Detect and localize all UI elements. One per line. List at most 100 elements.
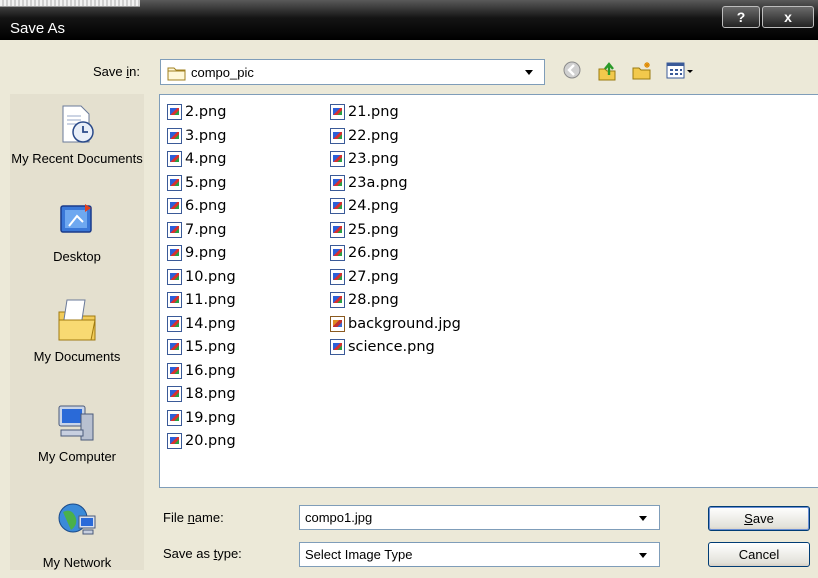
file-name: 22.png xyxy=(348,127,399,144)
file-item[interactable]: 4.png xyxy=(167,148,226,170)
png-file-icon xyxy=(167,315,182,332)
help-button[interactable]: ? xyxy=(722,6,760,28)
file-item[interactable]: 23.png xyxy=(330,148,399,170)
jpg-file-icon xyxy=(330,315,345,332)
file-item[interactable]: 23a.png xyxy=(330,172,408,194)
chevron-down-icon xyxy=(639,516,647,521)
file-name: 24.png xyxy=(348,198,399,214)
png-file-icon xyxy=(167,386,182,402)
file-item[interactable]: 26.png xyxy=(330,242,399,264)
cancel-button[interactable]: Cancel xyxy=(708,542,810,567)
file-name: 21.png xyxy=(348,104,399,120)
my-documents-icon xyxy=(58,299,96,341)
file-name: science.png xyxy=(348,339,435,355)
file-name-label: File name: xyxy=(163,510,224,525)
save-in-label: Save in: xyxy=(93,64,140,79)
file-item[interactable]: 2.png xyxy=(167,101,226,123)
chevron-down-icon xyxy=(639,553,647,558)
file-item[interactable]: 22.png xyxy=(330,125,399,147)
file-item[interactable]: 6.png xyxy=(167,195,226,217)
file-item[interactable]: 14.png xyxy=(167,313,236,335)
png-file-icon xyxy=(330,292,345,308)
file-name-value: compo1.jpg xyxy=(305,510,373,525)
save-button[interactable]: Save xyxy=(708,506,810,531)
png-file-icon xyxy=(330,268,345,285)
png-file-icon xyxy=(167,433,182,449)
close-button[interactable]: x xyxy=(762,6,814,28)
file-item[interactable]: 20.png xyxy=(167,430,236,452)
file-name: background.jpg xyxy=(348,315,461,332)
save-as-type-dropdown[interactable]: Select Image Type xyxy=(299,542,660,567)
place-recent-documents[interactable]: My Recent Documents xyxy=(10,102,144,168)
file-item[interactable]: 5.png xyxy=(167,172,226,194)
file-item[interactable]: 16.png xyxy=(167,360,236,382)
recent-documents-icon xyxy=(62,105,94,143)
file-item[interactable]: 18.png xyxy=(167,383,236,405)
png-file-icon xyxy=(330,339,345,355)
save-as-type-value: Select Image Type xyxy=(305,547,413,562)
back-icon[interactable] xyxy=(563,61,581,79)
file-item[interactable]: 7.png xyxy=(167,219,226,241)
file-name: 3.png xyxy=(185,127,227,144)
place-label: My Computer xyxy=(37,449,117,464)
file-name: 9.png xyxy=(185,245,227,261)
png-file-icon xyxy=(330,104,345,120)
file-name: 18.png xyxy=(185,386,236,402)
file-name: 6.png xyxy=(185,198,227,214)
title-bar[interactable]: Save As ? x xyxy=(0,0,818,40)
my-computer-icon xyxy=(58,405,94,441)
file-name: 5.png xyxy=(185,174,227,191)
png-file-icon xyxy=(167,362,182,379)
png-file-icon xyxy=(167,268,182,285)
place-my-computer[interactable]: My Computer xyxy=(10,400,144,466)
file-item[interactable]: 25.png xyxy=(330,219,399,241)
file-name: 11.png xyxy=(185,292,236,308)
places-bar: My Recent Documents Desktop My Documents xyxy=(10,94,144,570)
file-list[interactable]: 2.png 3.png 4.png 5.png 6.png 7.png 9.png 10.pn… xyxy=(159,94,818,488)
folder-icon xyxy=(167,67,186,81)
file-item[interactable]: 27.png xyxy=(330,266,399,288)
file-name: 26.png xyxy=(348,245,399,261)
png-file-icon xyxy=(330,198,345,214)
window-title: Save As xyxy=(10,20,66,37)
file-name: 23a.png xyxy=(348,174,408,191)
file-name-input[interactable]: compo1.jpg xyxy=(299,505,660,530)
file-name: 15.png xyxy=(185,339,236,355)
close-icon: x xyxy=(784,9,792,25)
place-my-documents[interactable]: My Documents xyxy=(10,294,144,366)
file-item[interactable]: 10.png xyxy=(167,266,236,288)
file-item[interactable]: background.jpg xyxy=(330,313,461,335)
file-item[interactable]: 15.png xyxy=(167,336,236,358)
file-item[interactable]: 11.png xyxy=(167,289,236,311)
desktop-icon xyxy=(60,204,92,233)
file-item[interactable]: 28.png xyxy=(330,289,399,311)
place-desktop[interactable]: Desktop xyxy=(10,200,144,266)
file-item[interactable]: 21.png xyxy=(330,101,399,123)
png-file-icon xyxy=(330,221,345,238)
png-file-icon xyxy=(330,127,345,144)
save-as-dialog: Save As ? x Save in: compo_pic My Recent… xyxy=(0,0,818,578)
file-item[interactable]: science.png xyxy=(330,336,435,358)
file-name: 7.png xyxy=(185,221,227,238)
file-name: 27.png xyxy=(348,268,399,285)
png-file-icon xyxy=(167,245,182,261)
my-network-icon xyxy=(58,503,96,535)
place-my-network[interactable]: My Network xyxy=(10,498,144,572)
file-item[interactable]: 19.png xyxy=(167,407,236,429)
file-item[interactable]: 9.png xyxy=(167,242,226,264)
save-in-value: compo_pic xyxy=(191,65,254,80)
place-label: Desktop xyxy=(53,249,101,264)
file-item[interactable]: 3.png xyxy=(167,125,226,147)
png-file-icon xyxy=(330,151,345,167)
save-in-dropdown[interactable]: compo_pic xyxy=(160,59,545,85)
file-item[interactable]: 24.png xyxy=(330,195,399,217)
up-one-level-icon[interactable] xyxy=(597,61,617,81)
file-name: 19.png xyxy=(185,409,236,426)
file-name: 23.png xyxy=(348,151,399,167)
png-file-icon xyxy=(167,174,182,191)
new-folder-icon[interactable] xyxy=(632,61,652,81)
chevron-down-icon xyxy=(525,70,533,75)
view-menu-icon[interactable] xyxy=(666,61,696,81)
place-label: My Documents xyxy=(33,349,121,364)
file-name: 10.png xyxy=(185,268,236,285)
